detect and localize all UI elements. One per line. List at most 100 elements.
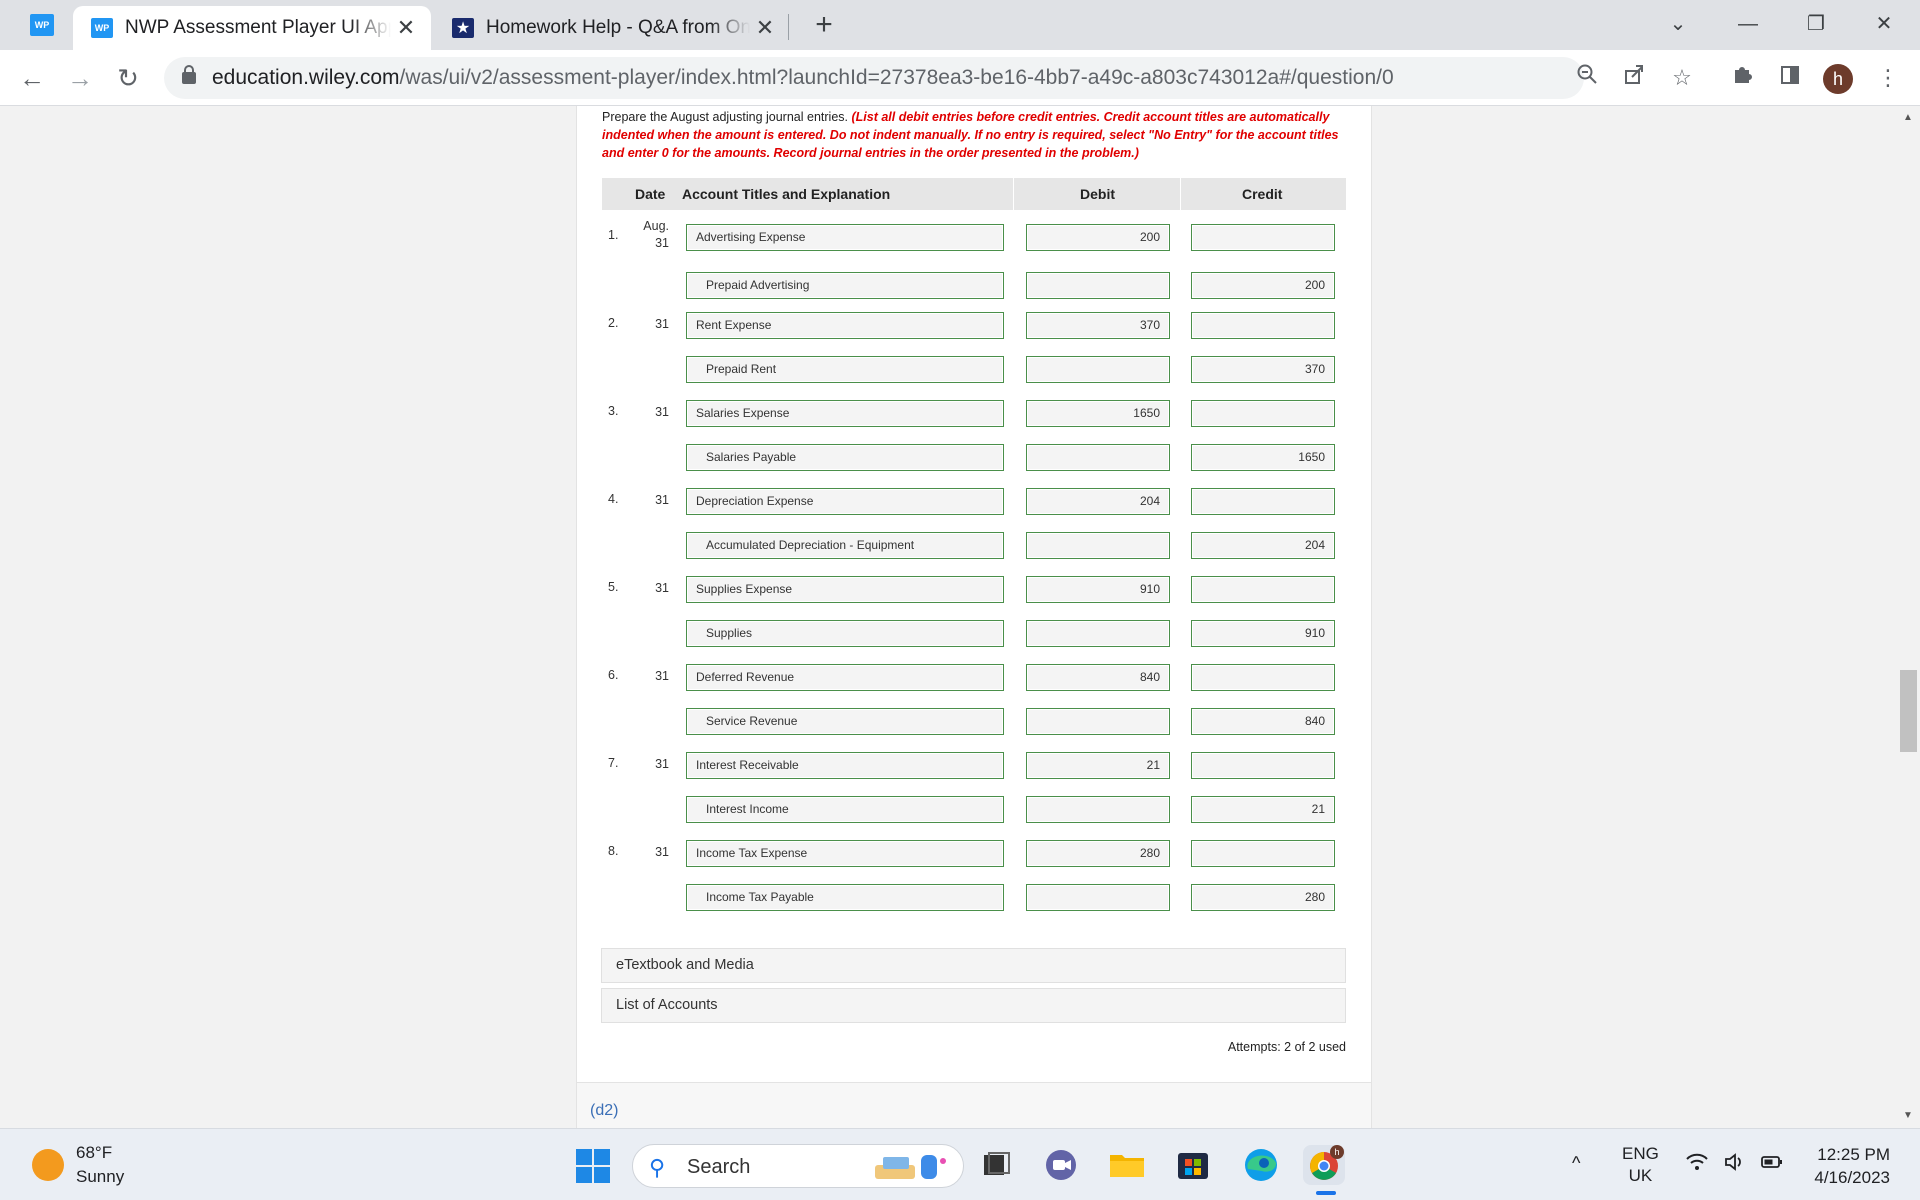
input-language[interactable]: ENG UK <box>1622 1143 1659 1187</box>
credit-account-field[interactable]: Interest Income <box>686 796 1004 823</box>
debit-amount-field-empty[interactable] <box>1026 272 1170 299</box>
credit-amount-field[interactable]: 370 <box>1191 356 1335 383</box>
extensions-puzzle-icon[interactable] <box>1722 58 1762 98</box>
restore-button[interactable]: ❐ <box>1788 6 1844 42</box>
debit-account-field[interactable]: Salaries Expense <box>686 400 1004 427</box>
debit-amount-field-empty[interactable] <box>1026 356 1170 383</box>
debit-amount-field-empty[interactable] <box>1026 532 1170 559</box>
credit-amount-field[interactable]: 1650 <box>1191 444 1335 471</box>
debit-amount-field[interactable]: 200 <box>1026 224 1170 251</box>
wp-app-icon[interactable]: WP <box>30 14 54 36</box>
task-view-icon[interactable] <box>975 1145 1017 1185</box>
windows-start-icon[interactable] <box>576 1149 610 1183</box>
debit-account-field[interactable]: Income Tax Expense <box>686 840 1004 867</box>
wp-favicon-icon: WP <box>91 18 113 38</box>
taskbar-clock[interactable]: 12:25 PM 4/16/2023 <box>1790 1143 1890 1189</box>
url-path: /was/ui/v2/assessment-player/index.html?… <box>399 66 1394 89</box>
battery-icon[interactable] <box>1761 1154 1783 1176</box>
back-arrow-icon[interactable]: ← <box>12 58 52 98</box>
close-tab-icon[interactable]: ✕ <box>750 15 780 41</box>
system-tray-icons[interactable] <box>1686 1153 1783 1177</box>
close-tab-icon[interactable]: ✕ <box>391 15 421 41</box>
profile-avatar[interactable]: h <box>1823 64 1853 94</box>
teams-chat-icon[interactable] <box>1040 1145 1082 1185</box>
scrollbar-thumb[interactable] <box>1900 670 1917 752</box>
entry-date-day: 31 <box>655 405 669 419</box>
credit-amount-field-empty[interactable] <box>1191 840 1335 867</box>
microsoft-store-icon[interactable] <box>1172 1145 1214 1185</box>
reload-icon[interactable]: ↻ <box>108 58 148 98</box>
credit-account-field[interactable]: Accumulated Depreciation - Equipment <box>686 532 1004 559</box>
url-text[interactable]: education.wiley.com/was/ui/v2/assessment… <box>212 66 1394 90</box>
credit-account-field[interactable]: Supplies <box>686 620 1004 647</box>
page-scrollbar[interactable]: ▲ ▼ <box>1896 106 1920 1128</box>
credit-account-field[interactable]: Income Tax Payable <box>686 884 1004 911</box>
part-d2-link[interactable]: (d2) <box>590 1102 618 1120</box>
credit-amount-field-empty[interactable] <box>1191 576 1335 603</box>
credit-amount-field-empty[interactable] <box>1191 224 1335 251</box>
taskbar-search[interactable]: ⚲ Search <box>632 1144 964 1188</box>
tray-overflow-caret-icon[interactable]: ^ <box>1572 1153 1580 1174</box>
list-of-accounts-accordion[interactable]: List of Accounts <box>601 988 1346 1023</box>
credit-amount-field-empty[interactable] <box>1191 400 1335 427</box>
scroll-up-arrow-icon[interactable]: ▲ <box>1896 108 1920 128</box>
zoom-out-icon[interactable] <box>1564 57 1610 99</box>
credit-amount-field[interactable]: 840 <box>1191 708 1335 735</box>
share-icon[interactable] <box>1614 58 1654 98</box>
credit-amount-field[interactable]: 200 <box>1191 272 1335 299</box>
credit-account-field[interactable]: Salaries Payable <box>686 444 1004 471</box>
attempts-counter: Attempts: 2 of 2 used <box>1227 1040 1346 1054</box>
credit-amount-field-empty[interactable] <box>1191 752 1335 779</box>
edge-browser-icon[interactable] <box>1240 1145 1282 1185</box>
lock-icon[interactable] <box>182 65 196 84</box>
kebab-menu-icon[interactable]: ⋮ <box>1868 58 1908 98</box>
debit-account-field[interactable]: Deferred Revenue <box>686 664 1004 691</box>
credit-amount-field[interactable]: 910 <box>1191 620 1335 647</box>
debit-account-field[interactable]: Rent Expense <box>686 312 1004 339</box>
debit-amount-field-empty[interactable] <box>1026 444 1170 471</box>
debit-amount-field[interactable]: 840 <box>1026 664 1170 691</box>
credit-amount-field[interactable]: 204 <box>1191 532 1335 559</box>
debit-account-field[interactable]: Advertising Expense <box>686 224 1004 251</box>
forward-arrow-icon[interactable]: → <box>60 58 100 98</box>
tab-search-chevron-icon[interactable]: ⌄ <box>1650 6 1706 42</box>
debit-amount-field[interactable]: 370 <box>1026 312 1170 339</box>
file-explorer-folder-icon[interactable] <box>1106 1145 1148 1185</box>
credit-amount-field-empty[interactable] <box>1191 664 1335 691</box>
scroll-down-arrow-icon[interactable]: ▼ <box>1896 1106 1920 1126</box>
volume-icon[interactable] <box>1724 1153 1762 1176</box>
debit-amount-field-empty[interactable] <box>1026 884 1170 911</box>
debit-amount-field-empty[interactable] <box>1026 708 1170 735</box>
side-panel-icon[interactable] <box>1770 58 1810 98</box>
debit-account-field[interactable]: Interest Receivable <box>686 752 1004 779</box>
debit-amount-field[interactable]: 910 <box>1026 576 1170 603</box>
credit-account-field[interactable]: Service Revenue <box>686 708 1004 735</box>
debit-amount-field[interactable]: 21 <box>1026 752 1170 779</box>
new-tab-button[interactable]: + <box>806 8 842 44</box>
chrome-browser-icon[interactable]: h <box>1303 1145 1345 1185</box>
credit-amount-field[interactable]: 21 <box>1191 796 1335 823</box>
debit-account-field[interactable]: Supplies Expense <box>686 576 1004 603</box>
wifi-icon[interactable] <box>1686 1153 1724 1176</box>
credit-amount-field-empty[interactable] <box>1191 488 1335 515</box>
debit-amount-field-empty[interactable] <box>1026 620 1170 647</box>
etextbook-accordion[interactable]: eTextbook and Media <box>601 948 1346 983</box>
credit-account-field[interactable]: Prepaid Rent <box>686 356 1004 383</box>
bookmark-star-icon[interactable]: ☆ <box>1662 58 1702 98</box>
debit-amount-field-empty[interactable] <box>1026 796 1170 823</box>
debit-account-field[interactable]: Depreciation Expense <box>686 488 1004 515</box>
credit-amount-field-empty[interactable] <box>1191 312 1335 339</box>
debit-amount-field[interactable]: 280 <box>1026 840 1170 867</box>
tab-nwp-assessment[interactable]: WP NWP Assessment Player UI Application … <box>73 6 431 50</box>
tab-homework-help[interactable]: ★ Homework Help - Q&A from Online Tutors… <box>434 6 790 50</box>
sun-weather-icon[interactable] <box>32 1149 64 1181</box>
minimize-button[interactable]: — <box>1720 6 1776 42</box>
close-window-button[interactable]: ✕ <box>1856 6 1912 42</box>
address-bar[interactable]: education.wiley.com/was/ui/v2/assessment… <box>164 57 1597 99</box>
debit-amount-field[interactable]: 1650 <box>1026 400 1170 427</box>
debit-amount-field[interactable]: 204 <box>1026 488 1170 515</box>
credit-account-field[interactable]: Prepaid Advertising <box>686 272 1004 299</box>
weather-description[interactable]: Sunny <box>76 1167 124 1187</box>
weather-temperature[interactable]: 68°F <box>76 1143 112 1163</box>
credit-amount-field[interactable]: 280 <box>1191 884 1335 911</box>
